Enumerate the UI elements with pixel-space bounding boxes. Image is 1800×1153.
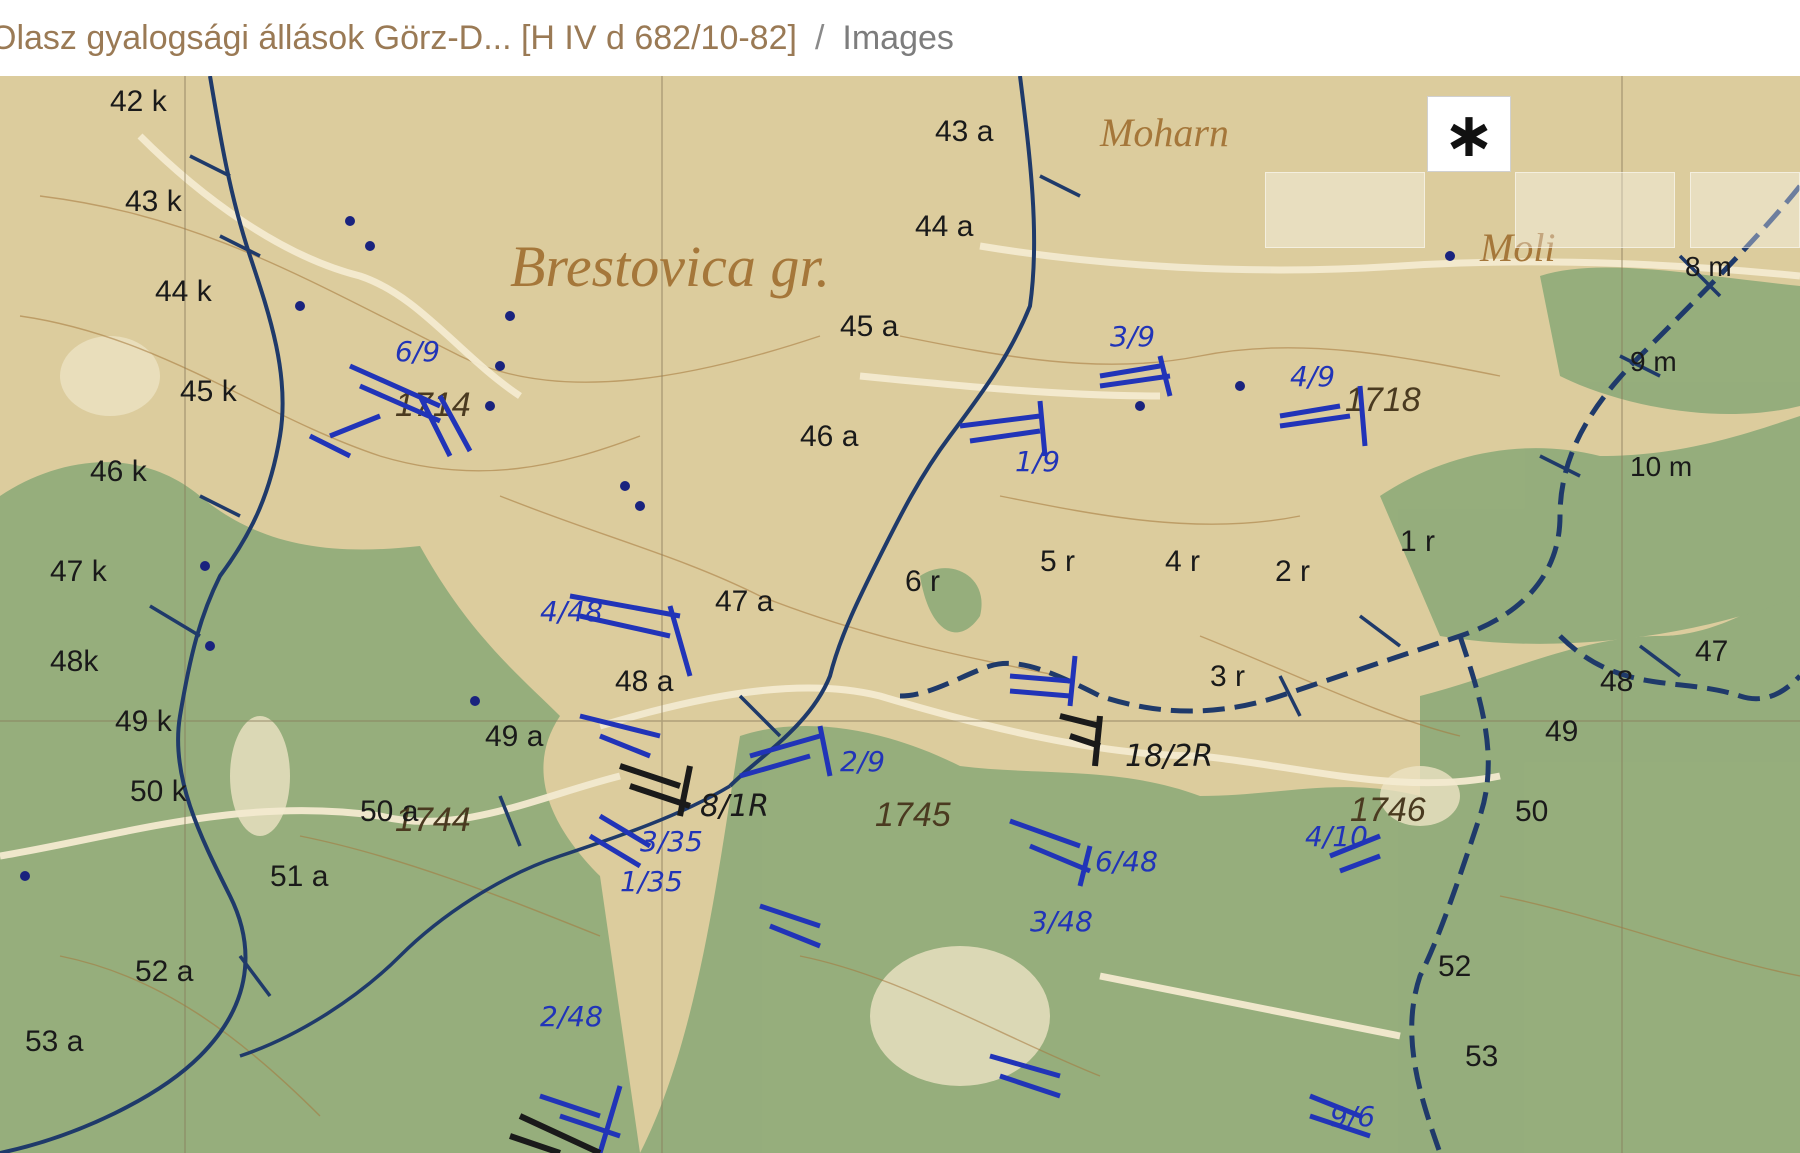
unit-label: 9/6 xyxy=(1330,1100,1375,1133)
unit-label: 4/10 xyxy=(1305,820,1368,853)
unit-label: 1/35 xyxy=(620,865,683,898)
height-label: 1718 xyxy=(1345,381,1421,419)
place-label-brestovica: Brestovica gr. xyxy=(510,234,830,299)
unit-label: 4/9 xyxy=(1290,360,1335,393)
grid-a-label: 46 a xyxy=(800,420,859,453)
grid-k-label: 44 k xyxy=(155,275,213,308)
unit-label: 3/9 xyxy=(1110,320,1155,353)
unit-label: 1/9 xyxy=(1015,445,1060,478)
grid-r-label: 4 r xyxy=(1165,545,1200,578)
unit-label: 6/48 xyxy=(1095,845,1158,878)
grid-r-label: 6 r xyxy=(905,565,940,598)
asterisk-button[interactable]: ∗ xyxy=(1427,96,1511,172)
grid-a-label: 43 a xyxy=(935,115,994,148)
image-tool-slot[interactable] xyxy=(1515,172,1675,248)
grid-k-label: 49 k xyxy=(115,705,173,738)
grid-r-label: 3 r xyxy=(1210,660,1245,693)
grid-a-label: 53 a xyxy=(25,1025,84,1058)
grid-k-label: 47 k xyxy=(50,555,108,588)
grid-k-label: 46 k xyxy=(90,455,148,488)
grid-number-label: 50 xyxy=(1515,795,1548,828)
grid-k-label: 42 k xyxy=(110,85,168,118)
grid-k-label: 43 k xyxy=(125,185,183,218)
unit-label: 6/9 xyxy=(395,335,440,368)
unit-label: 3/48 xyxy=(1030,905,1093,938)
grid-a-label: 51 a xyxy=(270,860,329,893)
unit-label: 2/9 xyxy=(840,745,885,778)
unit-label: 18/2R xyxy=(1125,739,1213,774)
unit-label: 4/48 xyxy=(540,595,603,628)
grid-m-label: 10 m xyxy=(1630,451,1692,482)
map-image[interactable]: Brestovica gr. Moharn Moli 1744 1745 174… xyxy=(0,76,1800,1153)
grid-a-label: 45 a xyxy=(840,310,899,343)
grid-a-label: 49 a xyxy=(485,720,544,753)
grid-a-label: 48 a xyxy=(615,665,674,698)
grid-m-label: 8 m xyxy=(1685,251,1732,282)
image-tool-slot[interactable] xyxy=(1265,172,1425,248)
image-tool-slot[interactable] xyxy=(1690,172,1800,248)
grid-r-label: 1 r xyxy=(1400,525,1435,558)
grid-number-label: 47 xyxy=(1695,635,1728,668)
grid-r-label: 5 r xyxy=(1040,545,1075,578)
grid-number-label: 52 xyxy=(1438,950,1471,983)
grid-a-label: 44 a xyxy=(915,210,974,243)
breadcrumb: Olasz gyalogsági állások Görz-D... [H IV… xyxy=(0,0,1800,76)
unit-label: 3/35 xyxy=(640,825,703,858)
grid-r-label: 2 r xyxy=(1275,555,1310,588)
unit-label: 2/48 xyxy=(540,1000,603,1033)
place-label-mohar: Moharn xyxy=(1099,110,1229,155)
grid-number-label: 49 xyxy=(1545,715,1578,748)
breadcrumb-separator: / xyxy=(814,18,825,57)
grid-number-label: 53 xyxy=(1465,1040,1498,1073)
grid-k-label: 50 k xyxy=(130,775,188,808)
height-label: 1745 xyxy=(875,796,951,834)
grid-a-label: 50 a xyxy=(360,795,419,828)
grid-a-label: 52 a xyxy=(135,955,194,988)
grid-k-label: 45 k xyxy=(180,375,238,408)
grid-number-label: 48 xyxy=(1600,665,1633,698)
unit-label: 8/1R xyxy=(700,789,769,824)
grid-a-label: 47 a xyxy=(715,585,774,618)
grid-k-label: 48k xyxy=(50,645,99,678)
breadcrumb-current: Images xyxy=(842,18,954,57)
grid-m-label: 9 m xyxy=(1630,346,1677,377)
breadcrumb-parent-link[interactable]: Olasz gyalogsági állások Görz-D... [H IV… xyxy=(0,19,797,58)
